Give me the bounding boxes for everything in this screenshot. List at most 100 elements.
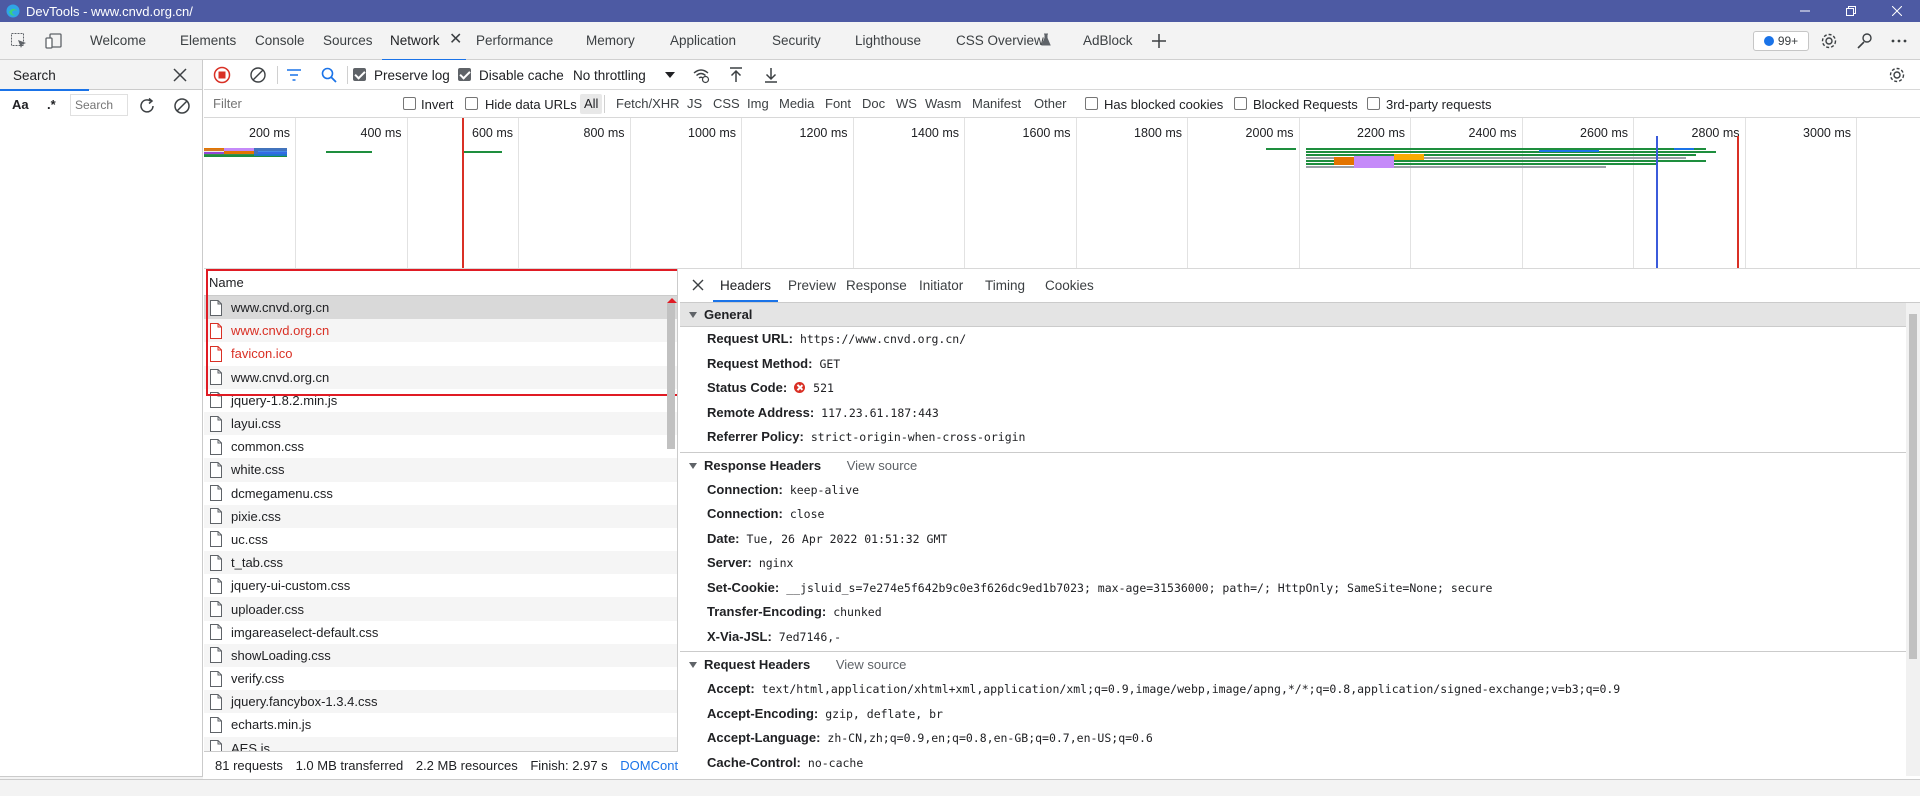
invert-checkbox[interactable] (403, 97, 416, 110)
tab-network-close-icon[interactable]: ✕ (449, 22, 462, 60)
refresh-icon[interactable] (138, 97, 156, 115)
request-row[interactable]: verify.css (204, 667, 677, 690)
request-row[interactable]: dcmegamenu.css (204, 482, 677, 505)
search-icon[interactable] (320, 66, 338, 84)
disable-cache-checkbox[interactable] (458, 68, 471, 81)
tab-sources[interactable]: Sources (323, 22, 373, 60)
more-options-icon[interactable] (1890, 32, 1908, 50)
tab-application[interactable]: Application (670, 22, 736, 60)
request-name: pixie.css (231, 508, 281, 524)
request-row[interactable]: favicon.ico (204, 342, 677, 365)
header-row: Cache-Control: no-cache (680, 751, 1920, 776)
minimize-button[interactable] (1782, 0, 1828, 22)
tab-security[interactable]: Security (772, 22, 821, 60)
preserve-log-checkbox[interactable] (353, 68, 366, 81)
details-tab-timing[interactable]: Timing (985, 278, 1025, 293)
tab-adblock[interactable]: AdBlock (1083, 22, 1133, 60)
response-headers-section-header[interactable]: Response Headers View source (680, 454, 1920, 478)
request-row[interactable]: uploader.css (204, 597, 677, 621)
filter-type-css[interactable]: CSS (709, 94, 744, 114)
details-tab-headers[interactable]: Headers (712, 278, 779, 302)
network-overview-timeline[interactable]: 200 ms 400 ms 600 ms 800 ms 1000 ms 1200 ms 14… (204, 118, 1920, 269)
clear-log-icon[interactable] (249, 66, 267, 84)
network-settings-gear-icon[interactable] (1888, 66, 1906, 84)
details-tab-response[interactable]: Response (846, 278, 907, 293)
filter-input[interactable] (206, 93, 392, 114)
tab-elements[interactable]: Elements (180, 22, 236, 60)
request-row[interactable]: echarts.min.js (204, 713, 677, 736)
customize-icon[interactable] (1856, 32, 1874, 50)
request-row[interactable]: jquery-ui-custom.css (204, 574, 677, 597)
dom-content-loaded-link[interactable]: DOMContentLoa (620, 758, 678, 773)
tab-performance[interactable]: Performance (476, 22, 553, 60)
close-details-icon[interactable] (691, 278, 705, 292)
tab-welcome[interactable]: Welcome (90, 22, 146, 60)
tab-css-overview[interactable]: CSS Overview (956, 22, 1044, 60)
restore-button[interactable] (1828, 0, 1874, 22)
has-blocked-cookies-checkbox[interactable] (1085, 97, 1098, 110)
request-headers-view-source[interactable]: View source (836, 657, 907, 672)
import-har-icon[interactable] (727, 66, 745, 84)
request-row[interactable]: white.css (204, 458, 677, 482)
request-row[interactable]: layui.css (204, 411, 677, 436)
request-row[interactable]: www.cnvd.org.cn (204, 365, 677, 389)
blocked-requests-checkbox[interactable] (1234, 97, 1247, 110)
request-row[interactable]: imgareaselect-default.css (204, 621, 677, 644)
hide-data-urls-checkbox[interactable] (465, 97, 478, 110)
details-tab-cookies[interactable]: Cookies (1045, 278, 1094, 293)
request-row[interactable]: t_tab.css (204, 551, 677, 575)
filter-type-other[interactable]: Other (1030, 94, 1071, 114)
scrollbar-thumb[interactable] (1909, 314, 1917, 659)
request-row[interactable]: jquery-1.8.2.min.js (204, 389, 677, 412)
tab-network[interactable]: Network (382, 22, 465, 61)
filter-type-manifest[interactable]: Manifest (968, 94, 1025, 114)
scrollbar-thumb[interactable] (667, 303, 675, 449)
record-stop-icon[interactable] (213, 66, 231, 84)
request-row[interactable]: common.css (204, 435, 677, 458)
request-row[interactable]: jquery.fancybox-1.3.4.css (204, 690, 677, 714)
chevron-down-icon[interactable] (665, 72, 675, 79)
filter-type-font[interactable]: Font (821, 94, 855, 114)
settings-gear-icon[interactable] (1820, 32, 1838, 50)
response-headers-view-source[interactable]: View source (847, 458, 918, 473)
filter-type-doc[interactable]: Doc (858, 94, 889, 114)
request-list-scrollbar[interactable] (665, 297, 677, 775)
search-drawer-title[interactable]: Search (0, 68, 89, 91)
details-tab-preview[interactable]: Preview (788, 278, 836, 293)
issues-badge[interactable]: 99+ (1753, 31, 1809, 51)
request-row[interactable]: pixie.css (204, 504, 677, 528)
general-section-header[interactable]: General (680, 303, 1920, 327)
details-scrollbar[interactable] (1906, 303, 1920, 776)
tab-memory[interactable]: Memory (586, 22, 635, 60)
filter-type-js[interactable]: JS (683, 94, 706, 114)
throttling-select[interactable]: No throttling (573, 68, 646, 83)
network-conditions-icon[interactable] (692, 66, 710, 84)
tab-lighthouse[interactable]: Lighthouse (855, 22, 921, 60)
filter-type-img[interactable]: Img (743, 94, 773, 114)
export-har-icon[interactable] (762, 66, 780, 84)
clear-icon[interactable] (173, 97, 191, 115)
search-input[interactable] (70, 94, 128, 116)
request-row[interactable]: www.cnvd.org.cn (204, 296, 677, 320)
request-headers-section-header[interactable]: Request Headers View source (680, 653, 1920, 677)
filter-type-fetch-xhr[interactable]: Fetch/XHR (612, 94, 684, 114)
regex-button[interactable]: .* (47, 97, 56, 112)
filter-type-ws[interactable]: WS (892, 94, 921, 114)
tab-console[interactable]: Console (255, 22, 305, 60)
close-search-icon[interactable] (171, 66, 189, 84)
request-row[interactable]: www.cnvd.org.cn (204, 319, 677, 343)
filter-type-all[interactable]: All (580, 94, 603, 114)
match-case-button[interactable]: Aa (12, 97, 29, 112)
request-row[interactable]: showLoading.css (204, 643, 677, 667)
close-window-button[interactable] (1874, 0, 1920, 22)
filter-type-media[interactable]: Media (775, 94, 818, 114)
third-party-checkbox[interactable] (1367, 97, 1380, 110)
add-tab-icon[interactable] (1150, 32, 1168, 50)
details-tab-initiator[interactable]: Initiator (919, 278, 963, 293)
inspect-element-icon[interactable] (10, 32, 28, 50)
filter-icon[interactable] (285, 66, 303, 84)
filter-type-wasm[interactable]: Wasm (921, 94, 965, 114)
name-column-header[interactable]: Name (204, 269, 677, 296)
request-row[interactable]: uc.css (204, 528, 677, 551)
device-emulation-icon[interactable] (45, 32, 63, 50)
